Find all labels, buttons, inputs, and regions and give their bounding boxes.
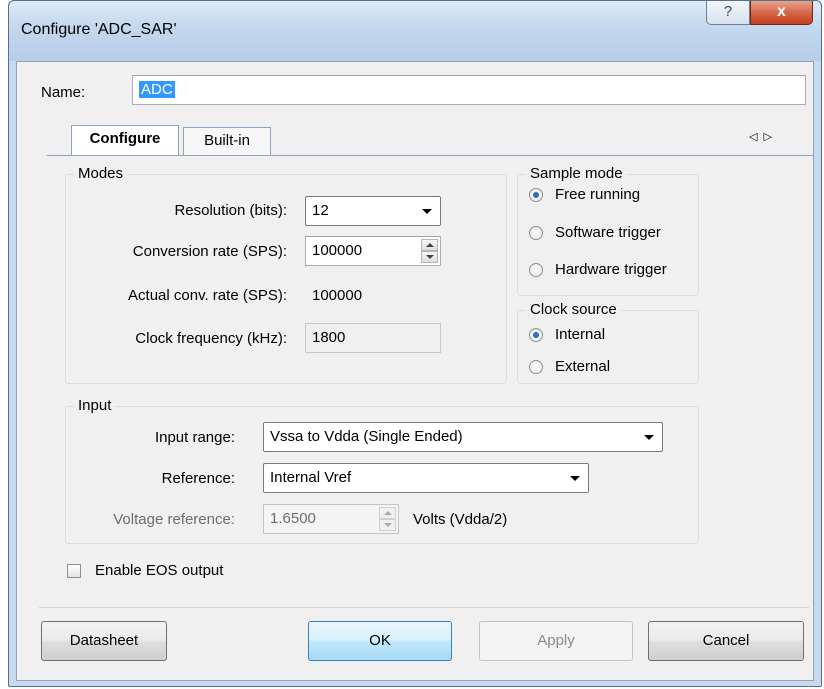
conversion-rate-input[interactable]: 100000 xyxy=(305,236,441,266)
reference-value: Internal Vref xyxy=(270,469,352,486)
name-input-value: ADC xyxy=(139,81,175,98)
reference-label: Reference: xyxy=(161,470,235,487)
clock-source-title: Clock source xyxy=(526,301,621,319)
radio-internal-label: Internal xyxy=(555,326,606,343)
cancel-button[interactable]: Cancel xyxy=(648,621,804,661)
close-button[interactable]: x xyxy=(750,1,813,25)
radio-external[interactable]: External xyxy=(529,358,610,375)
radio-selected-icon[interactable] xyxy=(529,187,543,202)
spin-up-icon[interactable] xyxy=(421,239,438,251)
radio-free-running[interactable]: Free running xyxy=(529,186,640,203)
spin-down-icon[interactable] xyxy=(379,519,396,531)
enable-eos-label[interactable]: Enable EOS output xyxy=(95,562,223,579)
title-bar[interactable]: Configure 'ADC_SAR' ? x xyxy=(9,1,821,61)
radio-unselected-icon[interactable] xyxy=(529,262,543,277)
conversion-rate-value: 100000 xyxy=(312,242,363,259)
voltage-reference-unit: Volts (Vdda/2) xyxy=(413,511,508,528)
tab-scroll-right-icon[interactable]: ▷ xyxy=(763,131,777,143)
close-icon: x xyxy=(777,3,786,20)
dialog-body: Name: ADC Configure Built-in ◁▷ Modes Re… xyxy=(16,61,814,681)
name-input[interactable]: ADC xyxy=(132,75,806,105)
chevron-down-icon xyxy=(570,476,580,481)
input-group-title: Input xyxy=(74,397,116,415)
help-button[interactable]: ? xyxy=(706,1,750,25)
tab-built-in[interactable]: Built-in xyxy=(183,127,271,155)
modes-group-title: Modes xyxy=(74,165,128,183)
window-title: Configure 'ADC_SAR' xyxy=(21,21,177,38)
enable-eos-checkbox[interactable] xyxy=(67,564,81,578)
actual-rate-value: 100000 xyxy=(312,287,363,304)
clock-frequency-label: Clock frequency (kHz): xyxy=(135,330,287,347)
spin-up-icon[interactable] xyxy=(379,507,396,519)
radio-unselected-icon[interactable] xyxy=(529,359,543,374)
tab-scroll-left-icon[interactable]: ◁ xyxy=(749,131,763,143)
resolution-label: Resolution (bits): xyxy=(174,202,287,219)
chevron-down-icon xyxy=(644,435,654,440)
radio-external-label: External xyxy=(555,358,611,375)
input-range-select[interactable]: Vssa to Vdda (Single Ended) xyxy=(263,422,663,452)
clock-frequency-field: 1800 xyxy=(305,323,441,353)
apply-button[interactable]: Apply xyxy=(479,621,633,661)
conversion-rate-label: Conversion rate (SPS): xyxy=(132,243,287,260)
voltage-reference-label: Voltage reference: xyxy=(113,511,235,528)
radio-software-trigger-label: Software trigger xyxy=(555,224,661,241)
input-range-label: Input range: xyxy=(154,429,235,446)
radio-unselected-icon[interactable] xyxy=(529,225,543,240)
actual-rate-label: Actual conv. rate (SPS): xyxy=(128,287,287,304)
name-label: Name: xyxy=(41,84,86,101)
help-icon: ? xyxy=(723,3,733,20)
conversion-rate-stepper[interactable] xyxy=(421,239,438,263)
radio-hardware-trigger[interactable]: Hardware trigger xyxy=(529,261,667,278)
chevron-down-icon xyxy=(422,209,432,214)
spin-down-icon[interactable] xyxy=(421,251,438,263)
resolution-select[interactable]: 12 xyxy=(305,196,441,226)
sample-mode-title: Sample mode xyxy=(526,165,627,183)
datasheet-button[interactable]: Datasheet xyxy=(41,621,167,661)
input-range-value: Vssa to Vdda (Single Ended) xyxy=(270,428,463,445)
footer-separator xyxy=(39,607,809,608)
resolution-value: 12 xyxy=(312,202,329,219)
tab-configure[interactable]: Configure xyxy=(71,125,179,155)
tab-scroll-arrows[interactable]: ◁▷ xyxy=(749,130,778,143)
voltage-reference-stepper[interactable] xyxy=(379,507,396,531)
ok-button[interactable]: OK xyxy=(308,621,452,661)
radio-free-running-label: Free running xyxy=(555,186,641,203)
tab-strip-line xyxy=(47,155,813,156)
radio-hardware-trigger-label: Hardware trigger xyxy=(555,261,667,278)
reference-select[interactable]: Internal Vref xyxy=(263,463,589,493)
radio-selected-icon[interactable] xyxy=(529,327,543,342)
configure-dialog: Configure 'ADC_SAR' ? x Name: ADC Config… xyxy=(8,0,822,687)
voltage-reference-input[interactable]: 1.6500 xyxy=(263,504,399,534)
voltage-reference-value: 1.6500 xyxy=(270,510,316,527)
clock-frequency-value: 1800 xyxy=(312,329,346,346)
radio-internal[interactable]: Internal xyxy=(529,326,605,343)
radio-software-trigger[interactable]: Software trigger xyxy=(529,224,661,241)
